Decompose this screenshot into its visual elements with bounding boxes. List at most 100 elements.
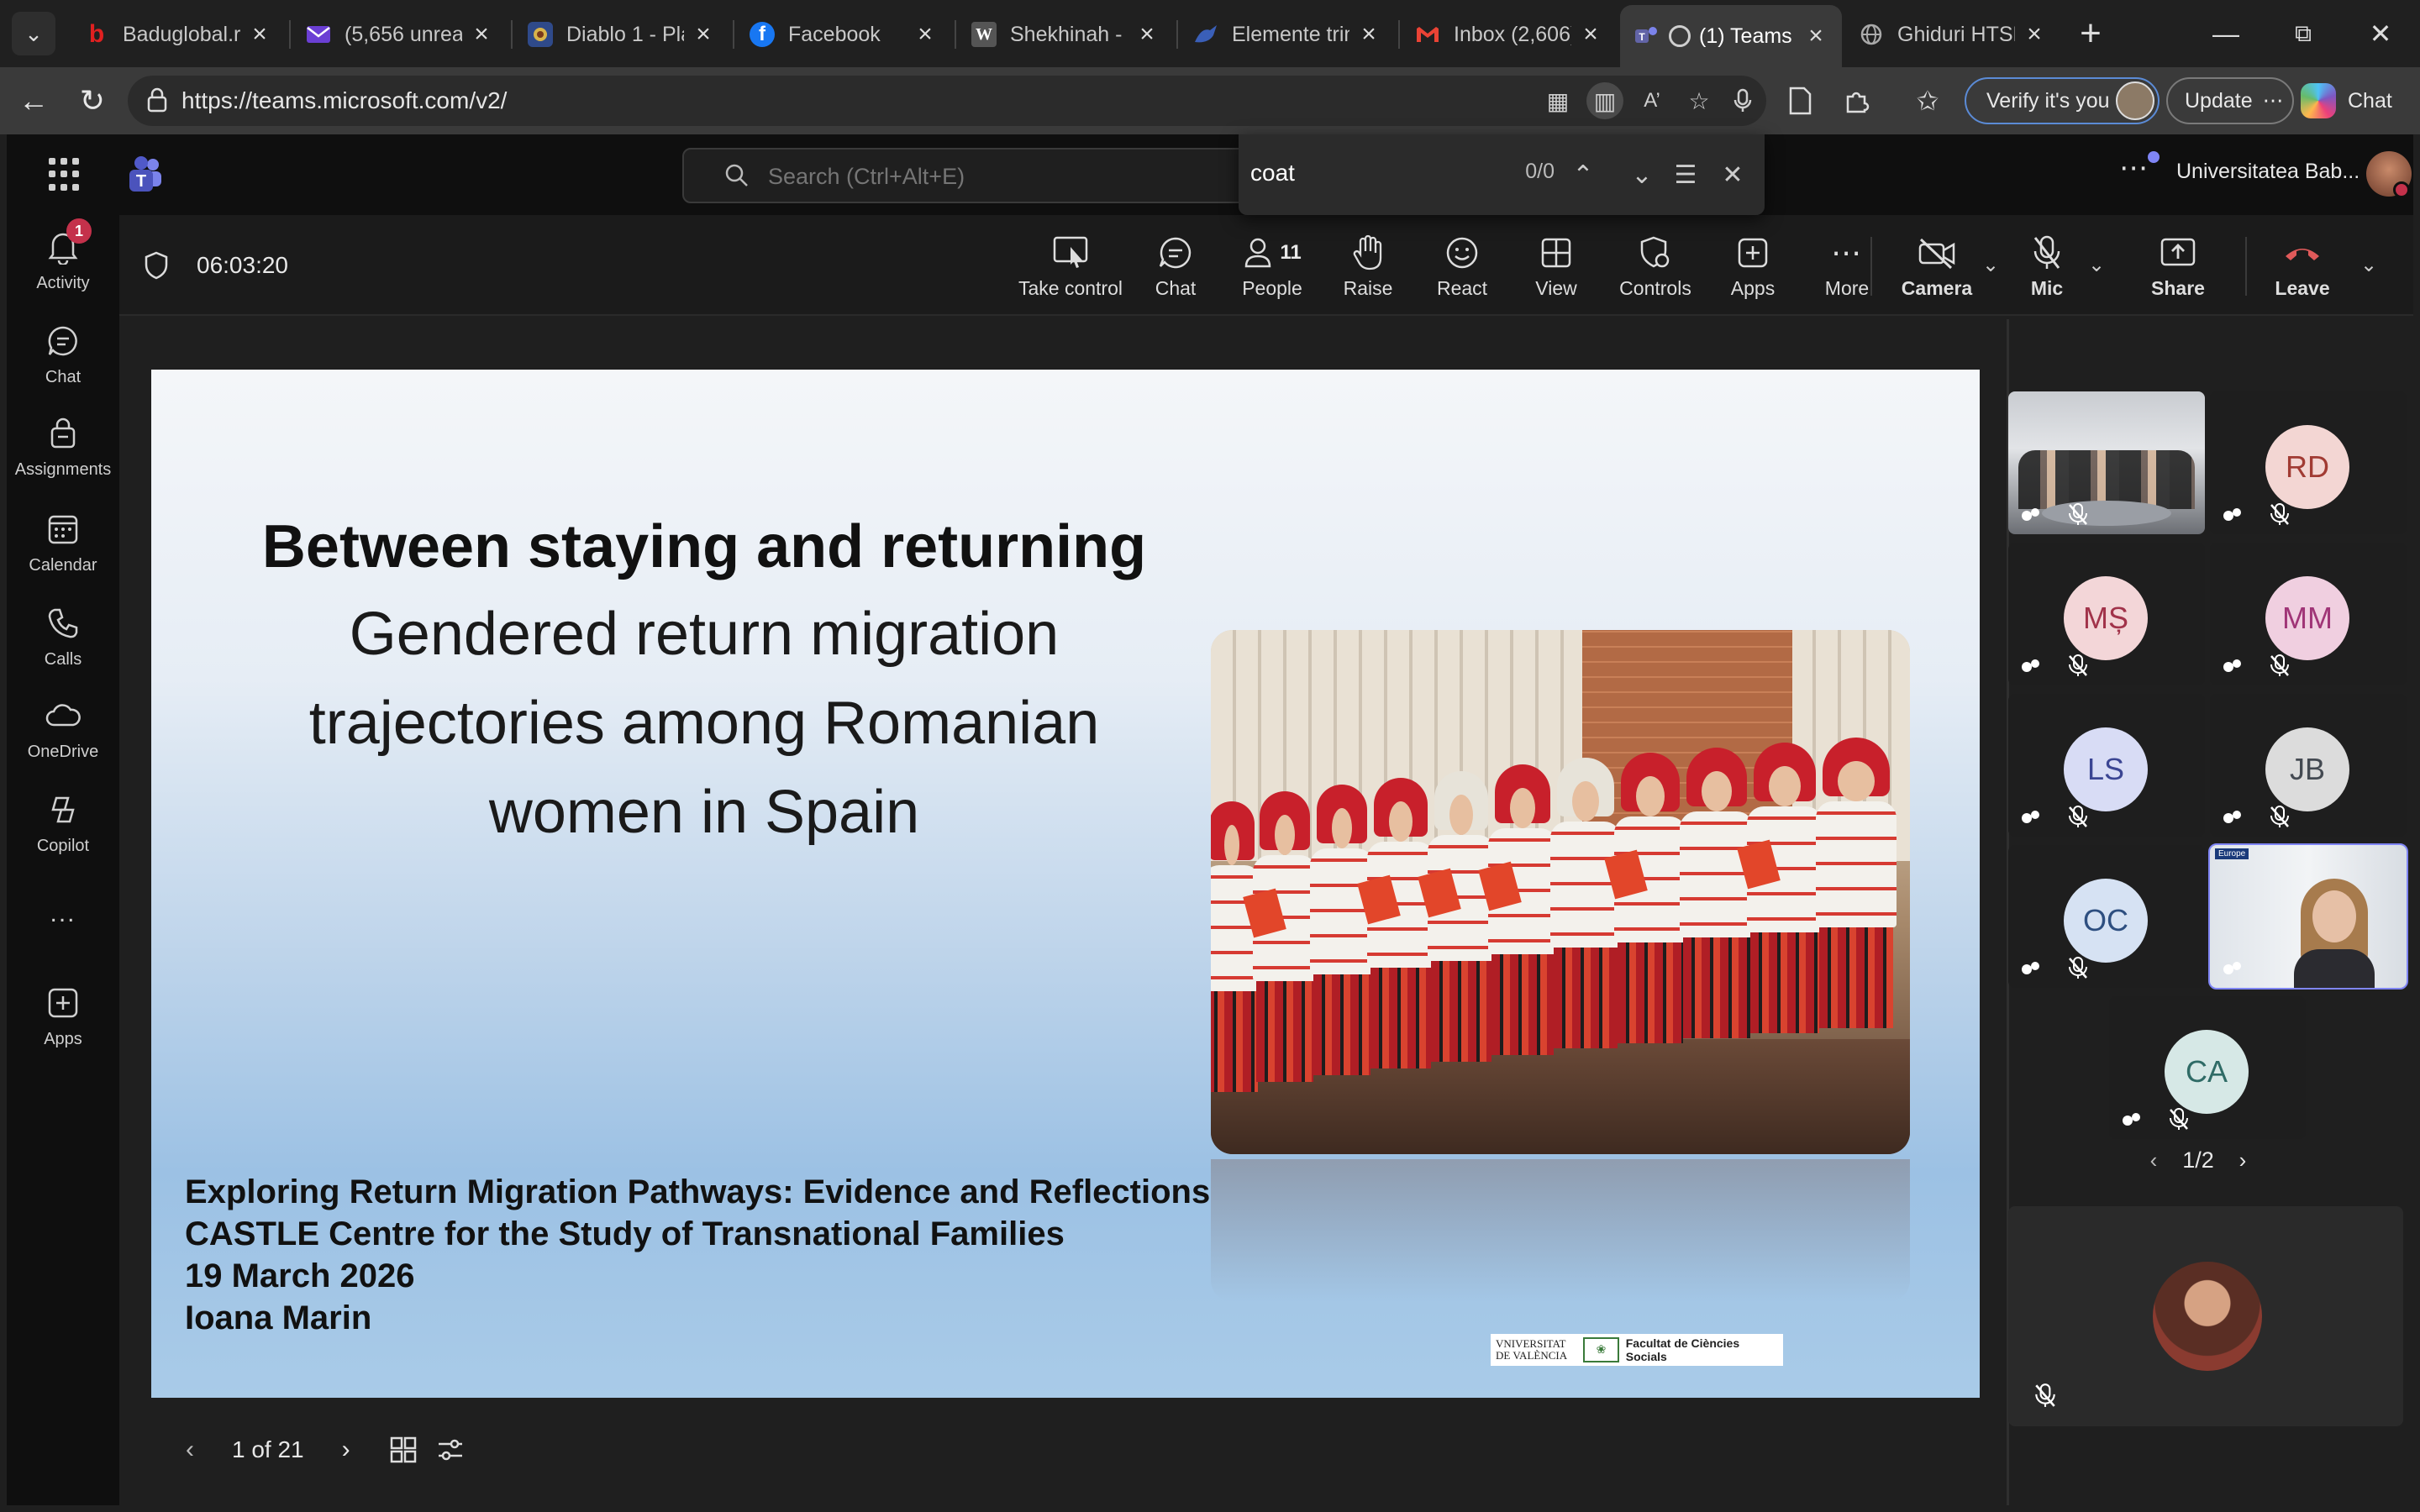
participant-tile[interactable]: MȘ — [2008, 543, 2205, 685]
self-view-tile[interactable] — [2008, 1206, 2403, 1426]
browser-tab-active[interactable]: T (1) Teams × — [1620, 5, 1842, 67]
rail-item-copilot[interactable]: Copilot — [7, 790, 119, 856]
participant-tile[interactable]: RD — [2210, 391, 2407, 534]
more-options-icon[interactable]: ⋯ — [2119, 151, 2149, 185]
share-button[interactable]: Share — [2136, 232, 2220, 307]
mic-options-chevron-icon[interactable]: ⌄ — [2084, 252, 2109, 277]
meeting-timer: 06:03:20 — [197, 252, 288, 278]
close-window-button[interactable]: ✕ — [2343, 0, 2418, 67]
rail-item-activity[interactable]: 1 Activity — [7, 218, 119, 293]
browser-tab[interactable]: Diablo 1 - Play × — [514, 8, 729, 60]
gallery-next-button[interactable]: › — [2230, 1147, 2255, 1173]
find-previous-button[interactable]: ⌃ — [1561, 153, 1605, 197]
rail-item-calendar[interactable]: Calendar — [7, 509, 119, 575]
view-button[interactable]: View — [1514, 232, 1598, 307]
minimize-button[interactable]: — — [2188, 0, 2264, 67]
participant-tile[interactable]: LS — [2008, 694, 2205, 837]
back-button[interactable]: ← — [10, 77, 57, 124]
tab-actions-button[interactable]: ⌄ — [12, 12, 55, 55]
participant-tile-active-speaker[interactable]: Europe — [2208, 843, 2408, 990]
next-slide-button[interactable]: › — [323, 1426, 370, 1473]
rail-item-more[interactable]: ... — [7, 894, 119, 934]
rail-item-apps[interactable]: Apps — [7, 983, 119, 1049]
tab-close-icon[interactable]: × — [1356, 20, 1381, 49]
extensions-icon[interactable] — [1835, 79, 1879, 123]
participant-tile[interactable]: OC — [2008, 845, 2205, 988]
presentation-settings-button[interactable] — [427, 1426, 474, 1473]
search-input[interactable] — [768, 161, 1272, 192]
slide-footer-line: Exploring Return Migration Pathways: Evi… — [185, 1173, 1211, 1210]
raise-hand-button[interactable]: Raise — [1326, 232, 1410, 307]
camera-options-chevron-icon[interactable]: ⌄ — [1978, 252, 2003, 277]
read-aloud-icon[interactable]: A’ — [1634, 82, 1670, 119]
wikipedia-favicon-icon: W — [971, 22, 997, 47]
rail-item-onedrive[interactable]: OneDrive — [7, 696, 119, 762]
microphone-icon[interactable] — [1724, 82, 1761, 119]
new-tab-button[interactable]: + — [2069, 12, 2112, 55]
sliders-icon — [438, 1439, 462, 1461]
slide-footer: Exploring Return Migration Pathways: Evi… — [185, 1171, 1210, 1339]
browser-tab[interactable]: Inbox (2,606) × — [1402, 8, 1617, 60]
participant-tile-room-video[interactable] — [2008, 391, 2205, 534]
leave-button[interactable]: Leave — [2257, 232, 2348, 307]
verify-identity-button[interactable]: Verify it's you — [1965, 77, 2160, 124]
browser-tab[interactable]: Elemente trim × — [1180, 8, 1395, 60]
participant-tile[interactable]: CA — [2109, 996, 2306, 1139]
app-available-icon[interactable]: ▦ — [1539, 82, 1576, 119]
mic-button[interactable]: Mic — [2005, 232, 2089, 307]
controls-button[interactable]: Controls — [1607, 232, 1704, 307]
browser-tab[interactable]: b Baduglobal.ro × — [71, 8, 286, 60]
app-launcher-icon[interactable] — [49, 158, 82, 192]
tab-close-icon[interactable]: × — [1578, 20, 1603, 49]
tab-close-icon[interactable]: × — [1134, 20, 1160, 49]
find-close-button[interactable]: ✕ — [1711, 153, 1754, 197]
chat-button[interactable]: Chat — [1138, 232, 1213, 307]
meeting-toolbar: 06:03:20 Take control Chat 11 People Rai — [119, 215, 2413, 316]
refresh-button[interactable]: ↻ — [69, 77, 116, 124]
reading-view-icon[interactable] — [1778, 79, 1822, 123]
tab-title: Diablo 1 - Play — [566, 22, 684, 46]
favorite-star-icon[interactable]: ☆ — [1681, 82, 1718, 119]
camera-button[interactable]: Camera — [1891, 232, 1983, 307]
org-name[interactable]: Universitatea Bab... — [2176, 160, 2360, 184]
browser-tab[interactable]: (5,656 unread) × — [292, 8, 508, 60]
address-bar[interactable]: https://teams.microsoft.com/v2/ ▦ ▥ A’ ☆ — [128, 76, 1766, 126]
rail-item-chat[interactable]: Chat — [7, 321, 119, 387]
tab-close-icon[interactable]: × — [469, 20, 494, 49]
slide-grid-button[interactable] — [380, 1426, 427, 1473]
participant-tile[interactable]: MM — [2210, 543, 2407, 685]
participant-tile[interactable]: JB — [2210, 694, 2407, 837]
find-options-button[interactable]: ☰ — [1664, 153, 1707, 197]
tab-close-icon[interactable]: × — [247, 20, 272, 49]
copilot-chat-button[interactable]: Chat — [2301, 77, 2392, 124]
assignments-icon — [43, 413, 83, 454]
browser-tab[interactable]: Ghiduri HTSP × — [1845, 8, 2060, 60]
rail-item-calls[interactable]: Calls — [7, 603, 119, 669]
shield-icon[interactable] — [143, 250, 170, 285]
tab-close-icon[interactable]: × — [1803, 22, 1828, 50]
gallery-previous-button[interactable]: ‹ — [2141, 1147, 2166, 1173]
faculty-logo-text: Facultat de Ciències Socials — [1625, 1336, 1740, 1363]
apps-button[interactable]: Apps — [1711, 232, 1795, 307]
previous-slide-button[interactable]: ‹ — [166, 1426, 213, 1473]
browser-tab[interactable]: f Facebook × — [736, 8, 951, 60]
tab-close-icon[interactable]: × — [913, 20, 938, 49]
rail-item-assignments[interactable]: Assignments — [7, 413, 119, 480]
take-control-button[interactable]: Take control — [1015, 232, 1126, 307]
url-text[interactable]: https://teams.microsoft.com/v2/ — [182, 87, 507, 114]
browser-toolbar: ← ↻ https://teams.microsoft.com/v2/ ▦ ▥ … — [0, 67, 2420, 134]
tracking-prevention-icon[interactable]: ▥ — [1586, 82, 1623, 119]
emoji-icon — [1420, 232, 1504, 274]
restore-button[interactable]: ⧉ — [2265, 0, 2341, 67]
react-button[interactable]: React — [1420, 232, 1504, 307]
update-button[interactable]: Update ⋯ — [2166, 77, 2294, 124]
find-next-button[interactable]: ⌄ — [1620, 153, 1664, 197]
tab-close-icon[interactable]: × — [2022, 20, 2047, 49]
more-button[interactable]: ⋯ More — [1805, 232, 1889, 307]
mic-off-icon — [2035, 1383, 2055, 1407]
browser-tab[interactable]: W Shekhinah - W × — [958, 8, 1173, 60]
tab-close-icon[interactable]: × — [691, 20, 716, 49]
people-button[interactable]: 11 People — [1222, 232, 1323, 307]
leave-options-chevron-icon[interactable]: ⌄ — [2356, 252, 2381, 277]
favorites-icon[interactable]: ✩ — [1906, 79, 1949, 123]
